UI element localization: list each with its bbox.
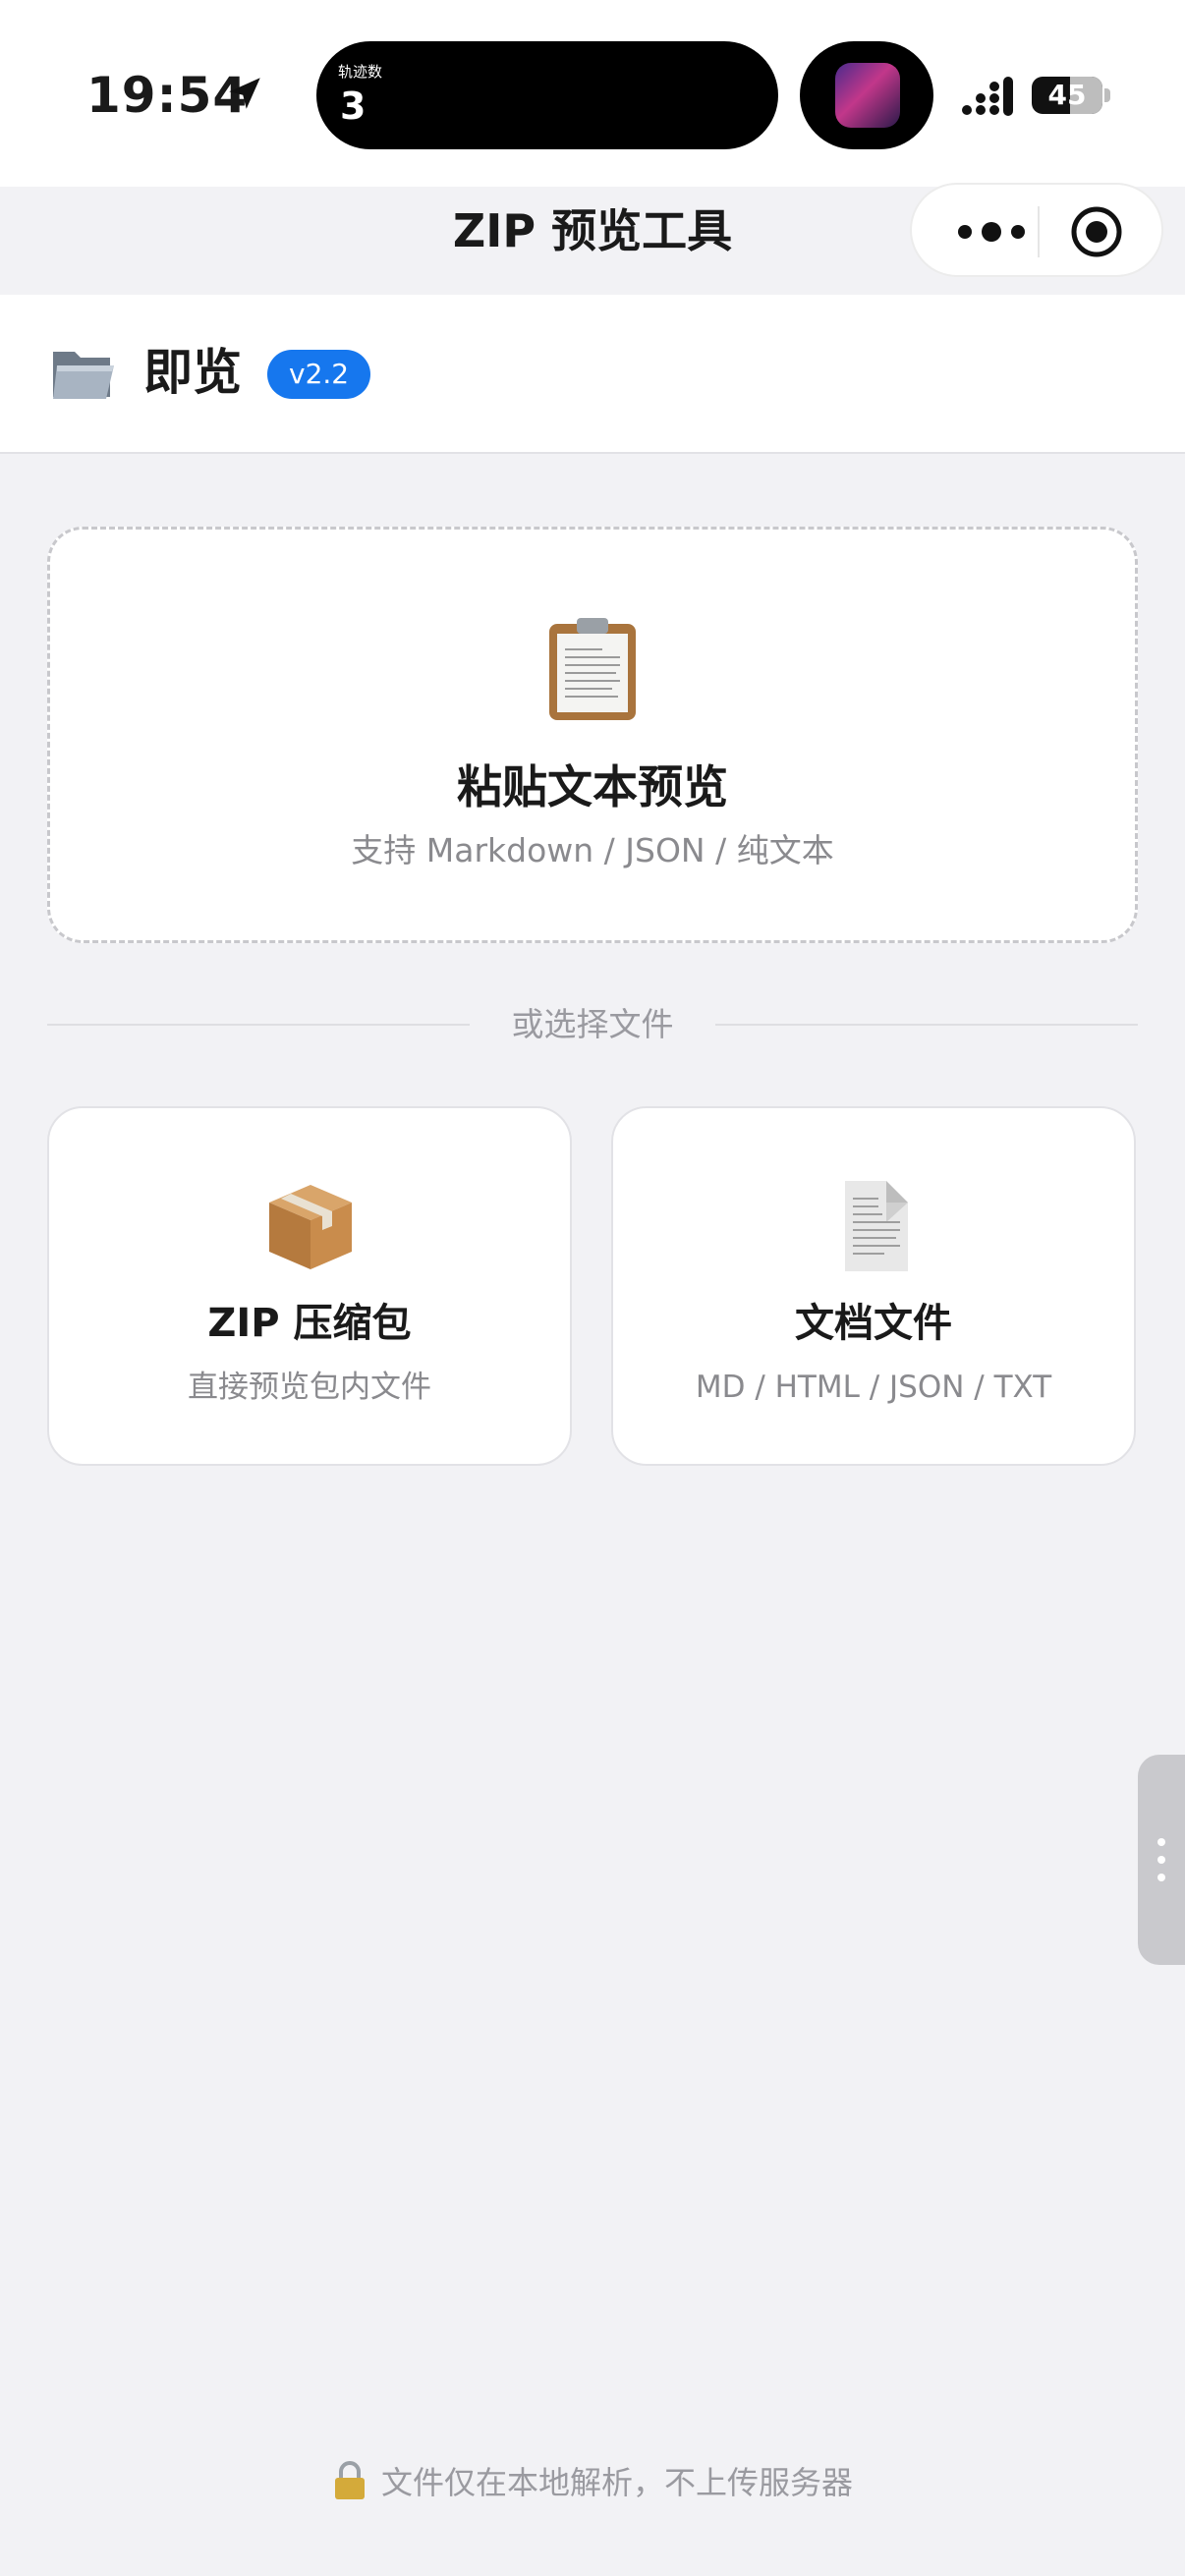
battery-tip [1104,88,1110,102]
package-icon [269,1185,352,1269]
close-miniprogram-icon[interactable] [1069,204,1124,259]
paste-card-title: 粘贴文本预览 [457,760,728,813]
document-icon [845,1181,908,1271]
privacy-footer: 文件仅在本地解析，不上传服务器 [0,2458,1185,2507]
battery-icon: 45 [1032,77,1102,114]
zip-card-subtitle: 直接预览包内文件 [188,1370,431,1405]
island-value: 3 [340,84,367,128]
more-icon[interactable] [947,212,1036,252]
location-arrow-icon [229,78,260,109]
folder-icon [53,352,114,399]
doc-card-title: 文档文件 [795,1301,952,1346]
drag-handle-icon [1157,1838,1165,1881]
app-thumbnail-icon [835,63,900,128]
version-badge: v2.2 [267,350,371,399]
privacy-note: 文件仅在本地解析，不上传服务器 [380,2464,853,2501]
brand-name: 即览 [143,344,242,401]
zip-card-title: ZIP 压缩包 [207,1301,412,1346]
miniprogram-capsule [910,183,1163,277]
app-header: 即览 v2.2 [0,295,1185,454]
zip-file-card[interactable]: ZIP 压缩包 直接预览包内文件 [47,1106,572,1466]
doc-card-subtitle: MD / HTML / JSON / TXT [695,1370,1052,1405]
capsule-divider [1038,206,1040,257]
side-drawer-handle[interactable] [1138,1755,1185,1965]
status-bar: 19:54 轨迹数 3 45 [0,0,1185,187]
dynamic-island[interactable]: 轨迹数 3 [316,41,778,149]
island-label: 轨迹数 [338,63,383,81]
battery-level: 45 [1047,79,1087,111]
divider-line-right [715,1024,1138,1026]
lock-icon [334,2461,365,2499]
divider-label: 或选择文件 [511,1005,674,1043]
paste-text-card[interactable]: 粘贴文本预览 支持 Markdown / JSON / 纯文本 [47,527,1138,943]
cellular-signal-icon [962,77,1013,116]
dynamic-island-app[interactable] [800,41,933,149]
paste-card-subtitle: 支持 Markdown / JSON / 纯文本 [351,831,834,869]
clipboard-icon [549,618,636,720]
document-file-card[interactable]: 文档文件 MD / HTML / JSON / TXT [611,1106,1136,1466]
divider-line-left [47,1024,470,1026]
